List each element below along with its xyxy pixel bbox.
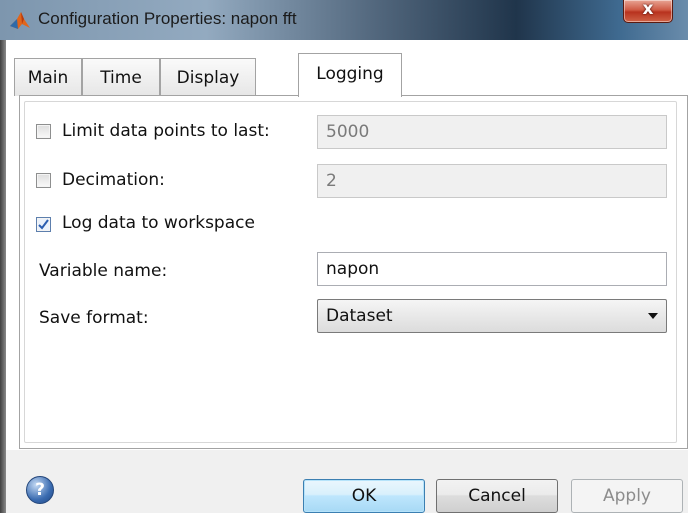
log-workspace-label: Log data to workspace [62,213,255,233]
variable-name-label: Variable name: [39,261,168,281]
limit-points-field[interactable]: 5000 [317,115,667,149]
title-bar: Configuration Properties: napon fft x [0,0,688,40]
tab-display[interactable]: Display [160,58,256,96]
log-workspace-checkbox[interactable] [36,217,51,232]
tab-main[interactable]: Main [14,58,82,96]
button-bar: ? OK Cancel Apply [6,450,688,513]
decimation-checkbox[interactable] [36,173,51,188]
close-icon: x [642,0,654,19]
help-icon[interactable]: ? [26,476,54,504]
matlab-icon [10,12,30,29]
dialog-body: Main Time Display Logging Limit data poi… [6,40,688,513]
apply-button[interactable]: Apply [571,479,683,513]
cancel-button[interactable]: Cancel [436,479,558,513]
save-format-select[interactable]: Dataset [317,299,667,333]
limit-points-label: Limit data points to last: [62,121,270,141]
tab-logging[interactable]: Logging [298,53,402,97]
decimation-label: Decimation: [62,170,165,190]
decimation-field[interactable]: 2 [317,164,667,198]
save-format-value: Dataset [326,306,393,326]
variable-name-field[interactable]: napon [317,252,667,286]
ok-button[interactable]: OK [303,479,425,513]
limit-points-checkbox[interactable] [36,124,51,139]
close-button[interactable]: x [623,0,673,23]
save-format-label: Save format: [39,308,149,328]
chevron-down-icon [648,313,658,319]
tab-time[interactable]: Time [82,58,160,96]
checkmark-icon [38,219,49,230]
window-title: Configuration Properties: napon fft [38,9,297,28]
